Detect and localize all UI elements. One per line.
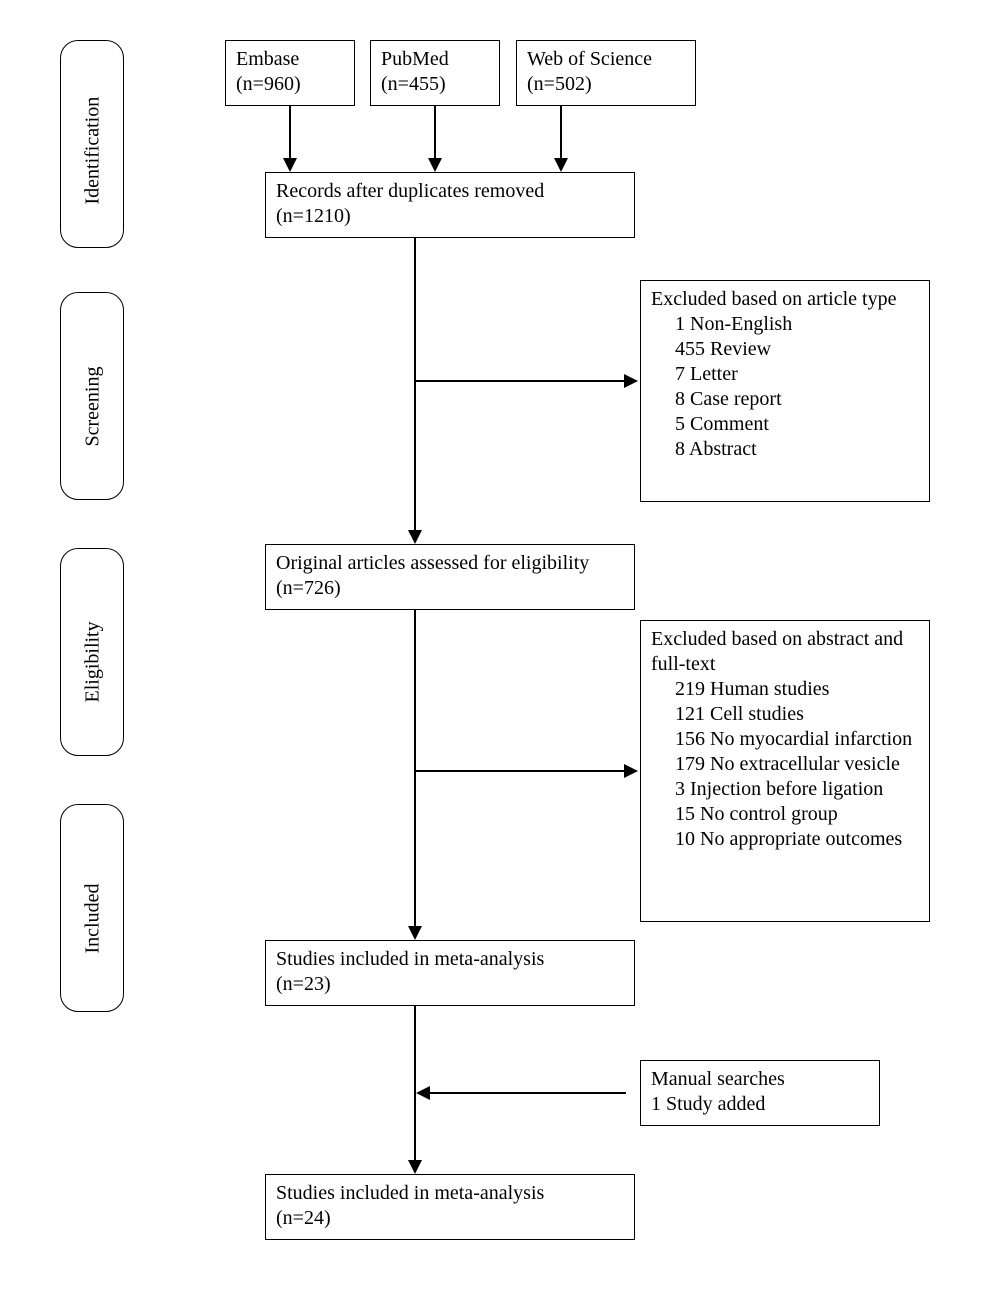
source-wos-n: (n=502) [527, 73, 592, 95]
connector [430, 1092, 626, 1094]
excluded-fulltext-item: 121 Cell studies [651, 702, 919, 727]
excluded-type-item: 1 Non-English [651, 312, 919, 337]
arrow-down-icon [428, 158, 442, 172]
source-wos: Web of Science (n=502) [516, 40, 696, 106]
manual-searches-line2: 1 Study added [651, 1093, 765, 1115]
excluded-fulltext-item: 3 Injection before ligation [651, 777, 919, 802]
included-23-box: Studies included in meta-analysis (n=23) [265, 940, 635, 1006]
excluded-fulltext-title: Excluded based on abstract and full-text [651, 628, 903, 675]
stage-included-label: Included [82, 864, 105, 954]
eligible-label: Original articles assessed for eligibili… [276, 552, 589, 599]
stage-identification: Identification [60, 40, 124, 248]
stage-screening: Screening [60, 292, 124, 500]
dedup-box: Records after duplicates removed (n=1210… [265, 172, 635, 238]
excluded-fulltext-item: 15 No control group [651, 802, 919, 827]
included-23-n: (n=23) [276, 973, 331, 995]
prisma-flow-diagram: Identification Screening Eligibility Inc… [0, 0, 1000, 1303]
excluded-type-item: 455 Review [651, 337, 919, 362]
manual-searches-box: Manual searches 1 Study added [640, 1060, 880, 1126]
source-embase-n: (n=960) [236, 73, 301, 95]
manual-searches-line1: Manual searches [651, 1068, 785, 1090]
stage-included: Included [60, 804, 124, 1012]
stage-eligibility-label: Eligibility [82, 603, 105, 703]
dedup-n: (n=1210) [276, 205, 351, 227]
source-pubmed: PubMed (n=455) [370, 40, 500, 106]
included-24-box: Studies included in meta-analysis (n=24) [265, 1174, 635, 1240]
arrow-right-icon [624, 374, 638, 388]
connector [434, 106, 436, 160]
included-24-n: (n=24) [276, 1207, 331, 1229]
connector [414, 380, 626, 382]
excluded-type-item: 7 Letter [651, 362, 919, 387]
stage-identification-label: Identification [82, 85, 105, 205]
dedup-label: Records after duplicates removed [276, 180, 544, 202]
excluded-fulltext-item: 219 Human studies [651, 677, 919, 702]
excluded-fulltext-item: 10 No appropriate outcomes [651, 827, 919, 852]
excluded-type-box: Excluded based on article type 1 Non-Eng… [640, 280, 930, 502]
excluded-fulltext-item: 179 No extracellular vesicle [651, 752, 919, 777]
connector [289, 106, 291, 160]
connector [414, 610, 416, 928]
excluded-type-title: Excluded based on article type [651, 288, 896, 310]
eligible-box: Original articles assessed for eligibili… [265, 544, 635, 610]
connector [414, 238, 416, 532]
connector [414, 1006, 416, 1162]
arrow-down-icon [408, 926, 422, 940]
source-wos-name: Web of Science [527, 48, 652, 70]
stage-screening-label: Screening [82, 347, 105, 447]
excluded-type-item: 5 Comment [651, 412, 919, 437]
source-embase-name: Embase [236, 48, 299, 70]
stage-eligibility: Eligibility [60, 548, 124, 756]
connector [414, 770, 626, 772]
excluded-fulltext-box: Excluded based on abstract and full-text… [640, 620, 930, 922]
arrow-right-icon [624, 764, 638, 778]
excluded-type-item: 8 Abstract [651, 437, 919, 462]
included-23-label: Studies included in meta-analysis [276, 948, 544, 970]
source-pubmed-n: (n=455) [381, 73, 446, 95]
arrow-down-icon [408, 530, 422, 544]
arrow-down-icon [408, 1160, 422, 1174]
arrow-down-icon [283, 158, 297, 172]
excluded-type-item: 8 Case report [651, 387, 919, 412]
source-embase: Embase (n=960) [225, 40, 355, 106]
excluded-fulltext-item: 156 No myocardial infarction [651, 727, 919, 752]
included-24-label: Studies included in meta-analysis [276, 1182, 544, 1204]
connector [560, 106, 562, 160]
arrow-left-icon [416, 1086, 430, 1100]
source-pubmed-name: PubMed [381, 48, 449, 70]
arrow-down-icon [554, 158, 568, 172]
